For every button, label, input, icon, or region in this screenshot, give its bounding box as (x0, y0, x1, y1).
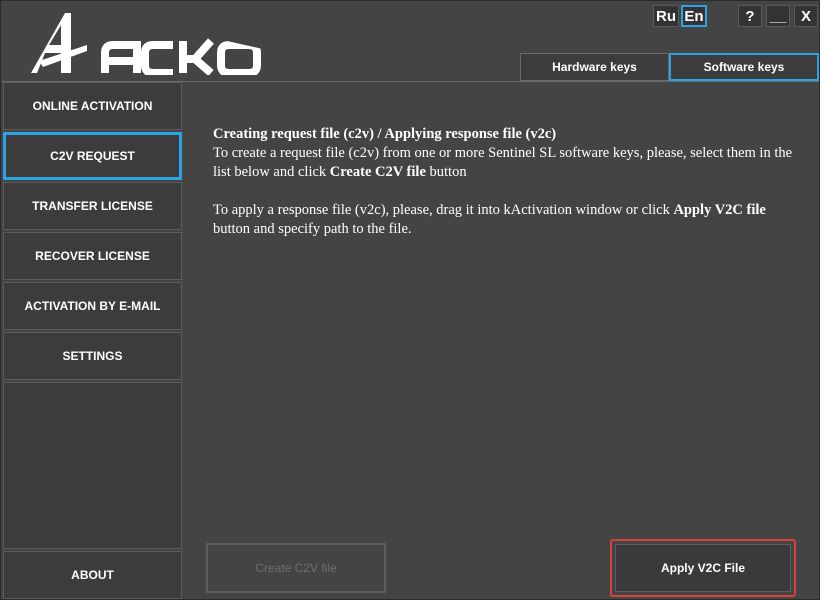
close-button[interactable]: X (794, 5, 818, 27)
c2v-instructions: Creating request file (c2v) / Applying r… (213, 125, 793, 239)
create-c2v-file-button[interactable]: Create C2V file (206, 543, 386, 593)
tab-software-keys[interactable]: Software keys (669, 53, 819, 81)
sidebar-item-settings[interactable]: SETTINGS (3, 332, 182, 380)
ascon-logo (31, 11, 263, 77)
apply-v2c-file-highlight: Apply V2C File (610, 539, 796, 597)
sidebar-item-recover-license[interactable]: RECOVER LICENSE (3, 232, 182, 280)
lang-ru-button[interactable]: Ru (653, 5, 679, 27)
apply-response-instruction: To apply a response file (v2c), please, … (213, 202, 766, 237)
sidebar-item-about[interactable]: ABOUT (3, 551, 182, 599)
apply-v2c-file-button[interactable]: Apply V2C File (615, 544, 791, 592)
help-button[interactable]: ? (738, 5, 762, 27)
tab-hardware-keys[interactable]: Hardware keys (520, 53, 669, 81)
sidebar: ONLINE ACTIVATION C2V REQUEST TRANSFER L… (1, 82, 184, 599)
sidebar-spacer (3, 382, 182, 549)
instructions-heading: Creating request file (c2v) / Applying r… (213, 126, 557, 142)
sidebar-item-online-activation[interactable]: ONLINE ACTIVATION (3, 82, 182, 130)
sidebar-item-activation-by-email[interactable]: ACTIVATION BY E-MAIL (3, 282, 182, 330)
lang-en-button[interactable]: En (681, 5, 707, 27)
create-request-instruction: To create a request file (c2v) from one … (213, 145, 793, 180)
minimize-button[interactable]: __ (766, 5, 790, 27)
sidebar-item-c2v-request[interactable]: C2V REQUEST (3, 132, 182, 180)
app-window: Ru En ? __ X Hardware keys Software keys… (0, 0, 820, 600)
sidebar-item-transfer-license[interactable]: TRANSFER LICENSE (3, 182, 182, 230)
